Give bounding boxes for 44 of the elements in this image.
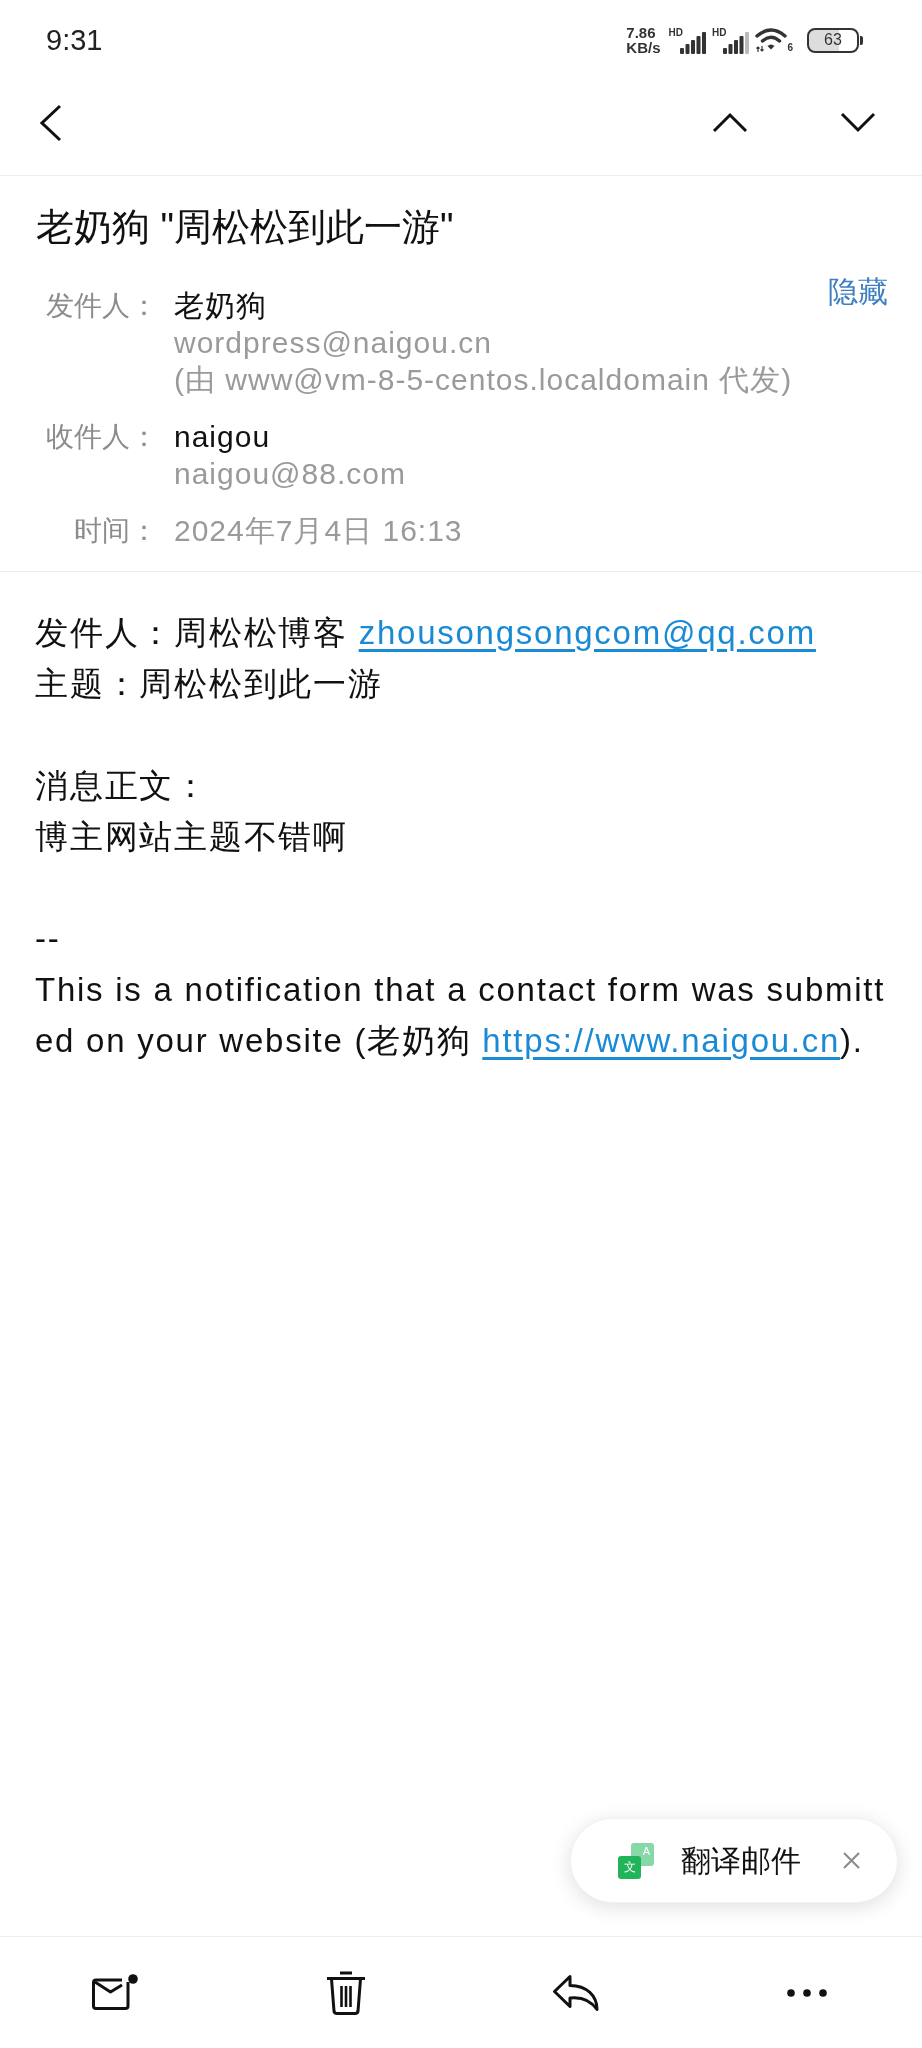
- field-value: (由 www@vm-8-5-centos.localdomain 代发): [174, 362, 793, 398]
- message-text: 主题：周松松到此一游: [35, 664, 384, 704]
- field-label: 时间：: [73, 514, 158, 548]
- reply-icon: [552, 1973, 601, 2012]
- close-icon: [843, 1852, 860, 1869]
- field-label: 收件人：: [45, 420, 158, 454]
- delete-button[interactable]: [325, 1970, 366, 2015]
- field-value: wordpress@naigou.cn: [174, 325, 493, 361]
- clock-time: 9:31: [46, 25, 103, 55]
- field-label: 发件人：: [45, 289, 158, 323]
- close-button[interactable]: [843, 1852, 860, 1869]
- message-text: --: [35, 919, 62, 959]
- chevron-left-icon: [40, 104, 62, 142]
- more-button[interactable]: [786, 1988, 827, 1997]
- hide-details-link[interactable]: 隐藏: [828, 273, 888, 310]
- network-speed-unit: KB/s: [626, 40, 661, 55]
- message-text: 博主网站主题不错啊: [35, 817, 349, 857]
- back-button[interactable]: [40, 104, 62, 142]
- translate-email-button[interactable]: 翻译邮件: [681, 1845, 801, 1876]
- previous-email-button[interactable]: [712, 112, 748, 133]
- email-subject: 老奶狗 "周松松到此一游": [36, 205, 455, 250]
- field-value: naigou@88.com: [174, 456, 407, 492]
- reply-button[interactable]: [552, 1973, 601, 2012]
- contact-name: naigou: [174, 419, 272, 455]
- message-text: 消息正文：: [35, 766, 210, 806]
- envelope-icon: [91, 1974, 139, 2011]
- wifi-icon: [755, 27, 788, 53]
- battery-indicator: 63: [807, 27, 863, 53]
- trash-icon: [325, 1970, 366, 2015]
- chevron-up-icon: [712, 112, 748, 133]
- network-type-label: HD: [668, 27, 683, 38]
- email-link[interactable]: zhousongsongcom@qq.com: [358, 614, 816, 651]
- wifi-standard-label: 6: [787, 43, 793, 53]
- network-speed-value: 7.86: [626, 25, 656, 40]
- more-icon: [786, 1988, 827, 1997]
- contact-name: 老奶狗: [174, 288, 268, 324]
- message-text: 发件人：周松松博客 zhousongsongcom@qq.com: [35, 613, 817, 653]
- message-text: This is a notification that a contact form was submitted on your website (老奶狗 https://www.naigou.cn).: [35, 970, 887, 1061]
- mark-unread-button[interactable]: [91, 1974, 139, 2011]
- field-value: 2024年7月4日 16:13: [174, 513, 464, 549]
- next-email-button[interactable]: [840, 112, 876, 133]
- network-type-label: HD: [712, 27, 727, 38]
- chevron-down-icon: [840, 112, 876, 133]
- website-link[interactable]: https://www.naigou.cn: [482, 1022, 841, 1059]
